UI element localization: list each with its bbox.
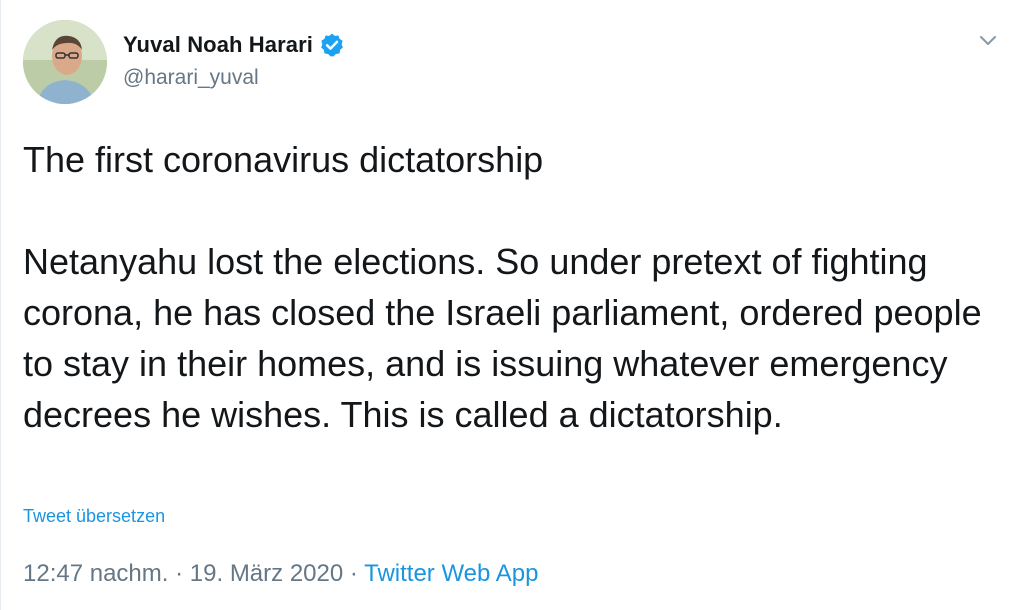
avatar[interactable] [23, 20, 107, 104]
tweet-card: Yuval Noah Harari @harari_yuval The firs… [0, 0, 1024, 610]
verified-badge-icon [319, 32, 345, 58]
meta-separator: · [175, 560, 184, 587]
tweet-time[interactable]: 12:47 nachm. [23, 560, 168, 587]
meta-separator-2: · [349, 560, 358, 587]
tweet-paragraph: Netanyahu lost the elections. So under p… [23, 241, 982, 435]
display-name[interactable]: Yuval Noah Harari [123, 32, 313, 58]
avatar-image [23, 20, 107, 104]
source-app-link[interactable]: Twitter Web App [364, 560, 538, 587]
name-row: Yuval Noah Harari [123, 30, 345, 60]
tweet-meta: 12:47 nachm. · 19. März 2020 · Twitter W… [23, 560, 538, 588]
translate-tweet-link[interactable]: Tweet übersetzen [23, 506, 165, 527]
author-handle[interactable]: @harari_yuval [123, 66, 345, 90]
tweet-date[interactable]: 19. März 2020 [190, 560, 343, 587]
tweet-text: The first coronavirus dictatorship Netan… [23, 134, 1003, 440]
author-names: Yuval Noah Harari @harari_yuval [123, 30, 345, 90]
tweet-title-line: The first coronavirus dictatorship [23, 139, 544, 180]
chevron-down-icon[interactable] [975, 28, 1001, 54]
tweet-header: Yuval Noah Harari @harari_yuval [23, 20, 1003, 110]
